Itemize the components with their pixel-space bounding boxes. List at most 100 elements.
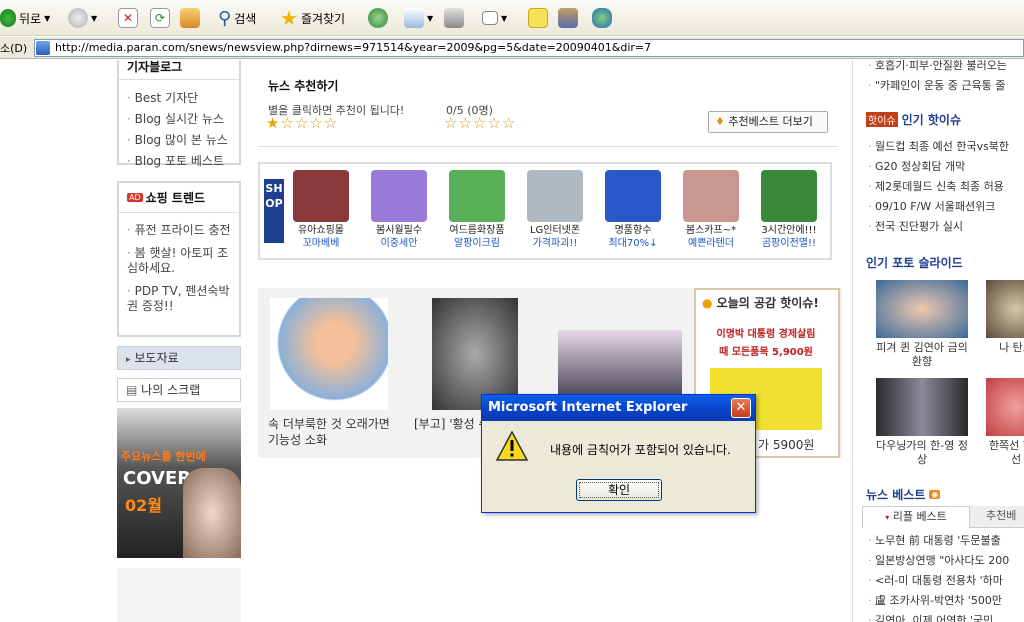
best-item[interactable]: 일본방상연맹 "아사다도 200 xyxy=(868,551,1024,571)
star-icon[interactable]: ☆ xyxy=(324,114,338,132)
shop-item-sub: 가격파괴!! xyxy=(532,238,578,249)
shop-item[interactable]: 명품향수 최대70%↓ xyxy=(598,164,668,250)
back-dropdown-icon[interactable]: ▼ xyxy=(44,14,50,23)
shop-item-sub: 최대70%↓ xyxy=(608,238,658,249)
edit-button[interactable]: ▼ xyxy=(482,6,507,30)
history-button[interactable] xyxy=(368,6,388,30)
shop-item-sub: 곰팡이전멸!! xyxy=(761,238,817,249)
shop-item[interactable]: 봄스카프~* 예쁜라텐더 xyxy=(676,164,746,250)
press-release-link[interactable]: ▸ 보도자료 xyxy=(117,346,241,370)
dialog-close-button[interactable]: ✕ xyxy=(731,398,751,418)
shop-item[interactable]: 유아쇼핑몰 꼬마베베 xyxy=(286,164,356,250)
blog-item[interactable]: Blog 많이 본 뉴스 xyxy=(119,130,239,151)
hot-issue-sign: 이명박 대통령 경제살림때 모든품목 5,900원 xyxy=(710,320,822,368)
mail-dropdown-icon[interactable]: ▼ xyxy=(427,14,433,23)
print-button[interactable] xyxy=(444,6,464,30)
back-button[interactable]: 뒤로 ▼ xyxy=(0,6,50,30)
photo-slide-item[interactable]: 나 탄소 xyxy=(986,280,1024,370)
refresh-button[interactable]: ⟳ xyxy=(150,6,170,30)
covers-banner[interactable]: 주요뉴스를 한번에 COVERS 02월 xyxy=(117,408,241,558)
photo-slide-heading: 인기 포토 슬라이드 xyxy=(866,256,963,270)
photo-slide-item[interactable]: 피겨 퀸 김연아 금의환향 xyxy=(876,280,968,370)
shop-item[interactable]: LG인터넷폰 가격파괴!! xyxy=(520,164,590,250)
shopping-trend-title: 쇼핑 트렌드 xyxy=(145,191,206,205)
best-item[interactable]: 盧 조카사위-박연차 '500만 xyxy=(868,591,1024,611)
star-icon: ☆ xyxy=(458,114,473,132)
photo-slide-image xyxy=(876,280,968,338)
recommend-more-button[interactable]: ♦ 추천베스트 더보기 xyxy=(708,111,828,133)
shop-item[interactable]: 3시간안에!!! 곰팡이전멸!! xyxy=(754,164,824,250)
news-item[interactable]: "카페인이 운동 중 근육통 줄 xyxy=(868,76,1024,96)
mail-button[interactable]: ▼ xyxy=(404,6,433,30)
recommend-title: 뉴스 추천하기 xyxy=(268,79,339,93)
trend-item[interactable]: 퓨전 프라이드 충전 xyxy=(119,223,239,238)
page-content: 기자블로그 Best 기자단 Blog 실시간 뉴스 Blog 많이 본 뉴스 … xyxy=(0,60,1024,622)
address-input[interactable]: http://media.paran.com/snews/newsview.ph… xyxy=(34,39,1024,57)
star-icon[interactable]: ☆ xyxy=(280,114,294,132)
photo-slide-image xyxy=(876,378,968,436)
shop-items: 유아쇼핑몰 꼬마베베 봄시월필수 이중세안 여드름화장품 알팡이크림 LG인터넷… xyxy=(286,164,831,258)
forward-dropdown-icon[interactable]: ▼ xyxy=(91,14,97,23)
stop-button[interactable]: ✕ xyxy=(118,6,138,30)
photo-news-item[interactable]: 속 더부룩한 것 오래가면 기능성 소화 xyxy=(258,288,400,458)
hot-issue-item[interactable]: 제2롯데월드 신축 최종 허용 xyxy=(868,177,1024,197)
mail-icon xyxy=(404,8,424,28)
arrow-right-icon: ▸ xyxy=(126,355,131,365)
hot-issue-item[interactable]: G20 정상회담 개막 xyxy=(868,157,1024,177)
hot-issue-item[interactable]: 월드컵 최종 예선 한국vs북한 xyxy=(868,137,1024,157)
shopping-trend-box: AD 쇼핑 트렌드 퓨전 프라이드 충전 봄 햇살! 아토피 조심하세요. PD… xyxy=(117,181,241,337)
shop-item-sub: 예쁜라텐더 xyxy=(688,238,734,249)
best-item[interactable]: 노무현 前 대통령 '두문불출 xyxy=(868,531,1024,551)
history-icon xyxy=(368,8,388,28)
shop-item-image xyxy=(605,170,661,222)
trend-item[interactable]: PDP TV, 펜션숙박권 증정!! xyxy=(119,284,239,314)
news-item[interactable]: 호흡기·피부·안질환 불러오는 xyxy=(868,60,1024,76)
hot-issue-header: 핫이슈 인기 핫이슈 xyxy=(866,111,961,128)
blog-item[interactable]: Blog 포토 베스트 xyxy=(119,151,239,172)
browser-toolbar: 뒤로 ▼ ▼ ✕ ⟳ ⚲ 검색 ★ 즐겨찾기 ▼ ▼ xyxy=(0,0,1024,36)
my-scrap-link[interactable]: ▤ 나의 스크랩 xyxy=(117,378,241,402)
tab-recommend-best[interactable]: 추천베 xyxy=(986,506,1016,526)
hot-issue-item[interactable]: 전국 진단평가 실시 xyxy=(868,217,1024,237)
star-icon[interactable]: ★ xyxy=(266,114,280,132)
best-item[interactable]: 김연아, 이제 어엿한 '국민 xyxy=(868,611,1024,622)
photo-slide-item[interactable]: 한쪽선 한쪽선 xyxy=(986,378,1024,468)
banner-text-1: 주요뉴스를 한번에 xyxy=(121,450,206,463)
favorites-button[interactable]: ★ 즐겨찾기 xyxy=(280,6,345,30)
hot-issue-item[interactable]: 09/10 F/W 서울패션위크 xyxy=(868,197,1024,217)
dialog-title: Microsoft Internet Explorer xyxy=(482,395,755,421)
home-button[interactable] xyxy=(180,6,200,30)
photo-news-caption: 속 더부룩한 것 오래가면 기능성 소화 xyxy=(268,417,390,447)
trend-item[interactable]: 봄 햇살! 아토피 조심하세요. xyxy=(119,246,239,276)
shop-item-sub: 알팡이크림 xyxy=(454,238,500,249)
shop-item[interactable]: 여드름화장품 알팡이크림 xyxy=(442,164,512,250)
best-item[interactable]: <러-미 대통령 전용차 '하마 xyxy=(868,571,1024,591)
blog-item[interactable]: Blog 실시간 뉴스 xyxy=(119,109,239,130)
research-button[interactable] xyxy=(558,6,578,30)
star-icon: ☆ xyxy=(487,114,502,132)
tab-reply-best[interactable]: ▾ 리플 베스트 xyxy=(862,506,970,528)
dialog-message: 내용에 금칙어가 포함되어 있습니다. xyxy=(550,443,731,457)
forward-button[interactable]: ▼ xyxy=(68,6,97,30)
shop-item-sub: 꼬마베베 xyxy=(302,238,340,249)
left-empty-box xyxy=(117,568,241,622)
edit-dropdown-icon[interactable]: ▼ xyxy=(501,14,507,23)
shop-item-name: 봄시월필수 xyxy=(376,225,422,236)
star-icon: ☆ xyxy=(444,114,459,132)
messenger-button[interactable] xyxy=(592,6,612,30)
recommend-stars[interactable]: ★☆☆☆☆ xyxy=(266,114,338,132)
rss-icon[interactable]: ◉ xyxy=(929,490,941,499)
search-button[interactable]: ⚲ 검색 xyxy=(218,6,256,30)
news-best-list: 노무현 前 대통령 '두문불출 일본방상연맹 "아사다도 200 <러-미 대통… xyxy=(868,531,1024,622)
shop-item-name: 유아쇼핑몰 xyxy=(298,225,344,236)
star-icon[interactable]: ☆ xyxy=(309,114,323,132)
shop-item[interactable]: 봄시월필수 이중세안 xyxy=(364,164,434,250)
photo-slide-item[interactable]: 다우닝가의 한-영 정상 xyxy=(876,378,968,468)
blog-box: 기자블로그 Best 기자단 Blog 실시간 뉴스 Blog 많이 본 뉴스 … xyxy=(117,60,241,168)
ok-button[interactable]: 확인 xyxy=(576,479,662,501)
star-icon[interactable]: ☆ xyxy=(295,114,309,132)
thumb-icon: ♦ xyxy=(715,115,725,128)
blog-item[interactable]: Best 기자단 xyxy=(119,88,239,109)
ad-badge: AD xyxy=(127,193,143,202)
discuss-button[interactable] xyxy=(528,6,548,30)
